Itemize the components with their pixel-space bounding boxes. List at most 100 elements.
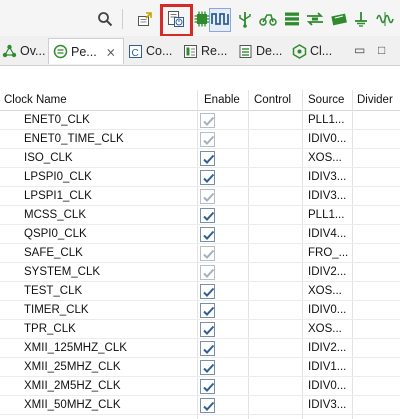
registers-icon (183, 44, 198, 59)
source-cell[interactable]: FRO_... (308, 244, 348, 263)
clock-name-cell: ENET0_CLK (24, 114, 90, 126)
enable-checkbox[interactable] (200, 379, 215, 394)
source-cell[interactable]: IDIV1... (308, 358, 346, 377)
pins-icon[interactable] (211, 10, 229, 28)
clock-name-cell: QSPI0_CLK (24, 228, 87, 240)
table-row[interactable]: TEST_CLK XOS... (0, 282, 400, 301)
table-row[interactable]: XMII_50MHZ_CLK IDIV3... (0, 396, 400, 415)
transfer-icon[interactable] (306, 10, 324, 28)
enable-checkbox (200, 265, 215, 280)
clock-name-cell: TPR_CLK (24, 323, 76, 335)
table-row[interactable]: ENET0_TIME_CLK IDIV0... (0, 130, 400, 149)
source-cell[interactable]: IDIV4... (308, 225, 346, 244)
clock-name-cell: LPSPI1_CLK (24, 190, 92, 202)
table-row[interactable]: QSPI0_CLK IDIV4... (0, 225, 400, 244)
enable-checkbox (200, 113, 215, 128)
table-row[interactable]: TIMER_CLK IDIV0... (0, 301, 400, 320)
source-cell[interactable]: IDIV3... (308, 396, 346, 415)
toolbar (0, 0, 400, 37)
table-row[interactable]: SYSTEM_CLK IDIV2... (0, 263, 400, 282)
clock-name-cell: ENET0_TIME_CLK (24, 133, 124, 145)
enable-checkbox[interactable] (200, 303, 215, 318)
export-icon[interactable] (136, 10, 154, 28)
source-cell[interactable]: IDIV0... (308, 301, 346, 320)
table-row[interactable]: XMII_2M5HZ_CLK IDIV0... (0, 377, 400, 396)
enable-checkbox[interactable] (200, 227, 215, 242)
source-cell[interactable]: XOS... (308, 149, 342, 168)
peripherals-list-icon[interactable] (283, 10, 301, 28)
svg-text:C: C (132, 48, 139, 59)
tab-label: Cl... (310, 44, 333, 58)
view-tab-bar: Ov... Pe... ⨯ C Co... Re... De... Cl... … (0, 36, 400, 66)
peripherals-icon (53, 44, 68, 59)
toolbar-separator (122, 9, 123, 29)
dma-icon[interactable] (330, 10, 348, 28)
column-header-control[interactable]: Control (250, 90, 302, 110)
tab-overview[interactable]: Ov... (2, 38, 45, 64)
clock-name-cell: TIMER_CLK (24, 304, 89, 316)
source-cell[interactable]: IDIV0... (308, 130, 346, 149)
clock-name-cell: XMII_50MHZ_CLK (24, 399, 121, 411)
tab-clocks[interactable]: Cl... (292, 38, 332, 64)
waveform-icon[interactable] (376, 10, 394, 28)
table-row[interactable]: MCSS_CLK PLL1... (0, 206, 400, 225)
table-row[interactable]: XMII_25MHZ_CLK IDIV1... (0, 358, 400, 377)
source-cell[interactable]: PLL1... (308, 111, 344, 130)
enable-checkbox (200, 132, 215, 147)
search-icon[interactable] (96, 10, 114, 28)
power-icon[interactable] (352, 10, 370, 28)
enable-checkbox[interactable] (200, 284, 215, 299)
overview-icon (2, 44, 17, 59)
table-row[interactable]: TPR_CLK XOS... (0, 320, 400, 339)
clock-name-cell: XMII_2M5HZ_CLK (24, 380, 121, 392)
close-icon[interactable]: ⨯ (106, 45, 116, 59)
minimize-button[interactable]: ▭ (354, 43, 365, 57)
source-cell[interactable]: IDIV3... (308, 168, 346, 187)
column-header-source[interactable]: Source (304, 90, 352, 110)
tab-label: Pe... (71, 44, 97, 59)
tab-label: Ov... (20, 44, 46, 58)
column-header-clock-name[interactable]: Clock Name (0, 90, 196, 110)
enable-checkbox[interactable] (200, 360, 215, 375)
source-cell[interactable]: XOS... (308, 320, 342, 339)
tab-label: Re... (201, 44, 228, 58)
enable-checkbox[interactable] (200, 170, 215, 185)
table-row[interactable]: SAFE_CLK FRO_... (0, 244, 400, 263)
source-cell[interactable]: IDIV3... (308, 187, 346, 206)
clock-name-cell: XMII_125MHZ_CLK (24, 342, 127, 354)
clock-name-cell: LPSPI0_CLK (24, 171, 92, 183)
devices-icon (238, 44, 253, 59)
enable-checkbox[interactable] (200, 151, 215, 166)
source-cell[interactable]: IDIV0... (308, 377, 346, 396)
clocks-view-icon[interactable] (167, 10, 185, 28)
table-row[interactable]: LPSPI0_CLK IDIV3... (0, 168, 400, 187)
tab-peripherals[interactable]: Pe... ⨯ (48, 38, 124, 64)
source-cell[interactable]: IDIV2... (308, 263, 346, 282)
source-cell[interactable]: PLL1... (308, 206, 344, 225)
enable-checkbox[interactable] (200, 322, 215, 337)
enable-checkbox (200, 246, 215, 261)
enable-checkbox[interactable] (200, 398, 215, 413)
components-icon: C (128, 44, 143, 59)
source-cell[interactable]: XOS... (308, 282, 342, 301)
table-row[interactable]: ENET0_CLK PLL1... (0, 111, 400, 130)
enable-checkbox[interactable] (200, 341, 215, 356)
table-row[interactable]: LPSPI1_CLK IDIV3... (0, 187, 400, 206)
tab-devices[interactable]: De... (238, 38, 282, 64)
clock-name-cell: XMII_25MHZ_CLK (24, 361, 121, 373)
table-row[interactable]: ISO_CLK XOS... (0, 149, 400, 168)
tab-registers[interactable]: Re... (183, 38, 227, 64)
tab-label: De... (256, 44, 283, 58)
table-row[interactable]: XMII_125MHZ_CLK IDIV2... (0, 339, 400, 358)
clock-name-cell: MCSS_CLK (24, 209, 86, 221)
enable-checkbox[interactable] (200, 208, 215, 223)
column-header-divider[interactable]: Divider (353, 90, 400, 110)
tab-label: Co... (146, 44, 173, 58)
tab-components[interactable]: C Co... (128, 38, 172, 64)
usb-icon[interactable] (236, 10, 254, 28)
clock-name-cell: TEST_CLK (24, 285, 83, 297)
peripherals-bus-icon[interactable] (259, 10, 277, 28)
column-header-enable[interactable]: Enable (200, 90, 248, 110)
source-cell[interactable]: IDIV2... (308, 339, 346, 358)
maximize-button[interactable]: □ (378, 43, 385, 57)
